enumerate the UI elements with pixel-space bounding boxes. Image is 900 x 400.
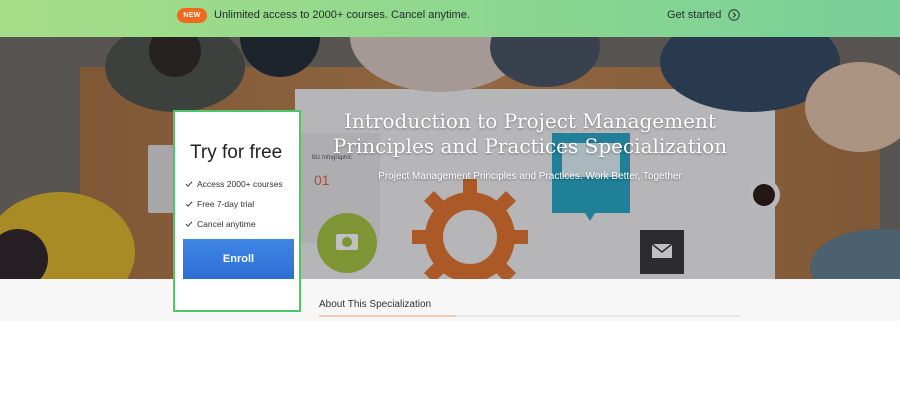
list-item: Access 2000+ courses (185, 174, 283, 194)
try-for-free-card: Try for free Access 2000+ courses Free 7… (173, 110, 301, 312)
arrow-right-circle-icon (728, 9, 741, 21)
get-started-link[interactable]: Get started (667, 9, 741, 21)
promo-text: Unlimited access to 2000+ courses. Cance… (214, 9, 470, 21)
check-icon (185, 180, 193, 188)
card-title: Try for free (190, 142, 283, 163)
feature-label: Free 7-day trial (197, 199, 255, 209)
list-item: Free 7-day trial (185, 194, 283, 214)
hero-banner: Biz Infographic 01 Introduction to Proje… (0, 37, 900, 279)
feature-label: Cancel anytime (197, 219, 256, 229)
enroll-button[interactable]: Enroll (183, 239, 294, 279)
new-badge: NEW (177, 8, 207, 23)
tab-about-specialization[interactable]: About This Specialization (319, 299, 431, 310)
course-title: Introduction to Project Management Princ… (332, 109, 728, 158)
tab-active-indicator (319, 315, 456, 317)
feature-list: Access 2000+ courses Free 7-day trial Ca… (185, 174, 283, 234)
feature-label: Access 2000+ courses (197, 179, 283, 189)
promo-bar: NEW Unlimited access to 2000+ courses. C… (0, 0, 900, 37)
course-subtitle: Project Management Principles and Practi… (378, 171, 682, 182)
get-started-label: Get started (667, 9, 722, 21)
check-icon (185, 200, 193, 208)
list-item: Cancel anytime (185, 214, 283, 234)
check-icon (185, 220, 193, 228)
